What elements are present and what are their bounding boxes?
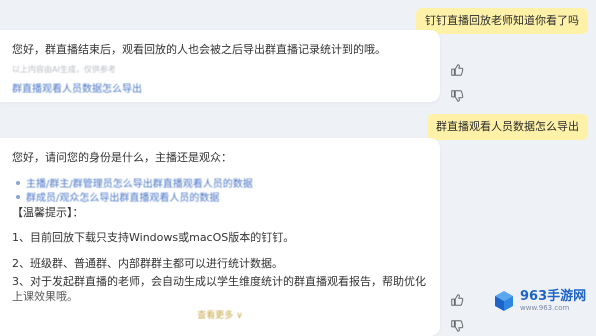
user-message-bubble: 钉钉直播回放老师知道你看了吗: [416, 8, 588, 34]
bullet-icon: [16, 194, 20, 199]
option-link[interactable]: 主播/群主/群管理员怎么导出群直播观看人员的数据: [26, 175, 253, 190]
watermark-url: www.963.com: [520, 304, 570, 312]
expand-more-button[interactable]: 查看更多 ∨: [0, 308, 440, 321]
tip-title: 【温馨提示】：: [12, 206, 84, 219]
user-message-bubble: 群直播观看人员数据怎么导出: [427, 114, 588, 140]
ai-disclaimer: 以上内容由AI生成，仅供参考: [12, 65, 116, 74]
option-link[interactable]: 群成员/观众怎么导出群直播观看人员的数据: [26, 189, 219, 204]
bot-reply-card: 您好，请问您的身份是什么，主播还是观众： 主播/群主/群管理员怎么导出群直播观看…: [0, 138, 440, 336]
tip-point: 1、目前回放下载只支持Windows或macOS版本的钉钉。: [12, 231, 295, 244]
bot-reply-card: 您好，群直播结束后，观看回放的人也会被之后导出群直播记录统计到的哦。 以上内容由…: [0, 30, 440, 102]
tip-point: 2、班级群、普通群、内部群群主都可以进行统计数据。: [12, 257, 283, 270]
watermark-name: 963手游网: [520, 289, 587, 304]
chat-window: 钉钉直播回放老师知道你看了吗 您好，群直播结束后，观看回放的人也会被之后导出群直…: [0, 0, 596, 336]
thumbs-up-icon[interactable]: [450, 292, 464, 306]
cube-logo-icon: [495, 291, 513, 311]
related-question-link[interactable]: 群直播观看人员数据怎么导出: [12, 80, 142, 95]
thumbs-down-icon[interactable]: [450, 88, 464, 102]
site-watermark: 963手游网 www.963.com: [492, 284, 592, 318]
bullet-icon: [16, 180, 20, 185]
bot-reply-text: 您好，群直播结束后，观看回放的人也会被之后导出群直播记录统计到的哦。: [12, 43, 386, 56]
thumbs-up-icon[interactable]: [450, 62, 464, 76]
option-item[interactable]: 群成员/观众怎么导出群直播观看人员的数据: [16, 189, 219, 204]
option-item[interactable]: 主播/群主/群管理员怎么导出群直播观看人员的数据: [16, 175, 253, 190]
thumbs-down-icon[interactable]: [450, 318, 464, 332]
bot-reply-intro: 您好，请问您的身份是什么，主播还是观众：: [12, 151, 232, 164]
